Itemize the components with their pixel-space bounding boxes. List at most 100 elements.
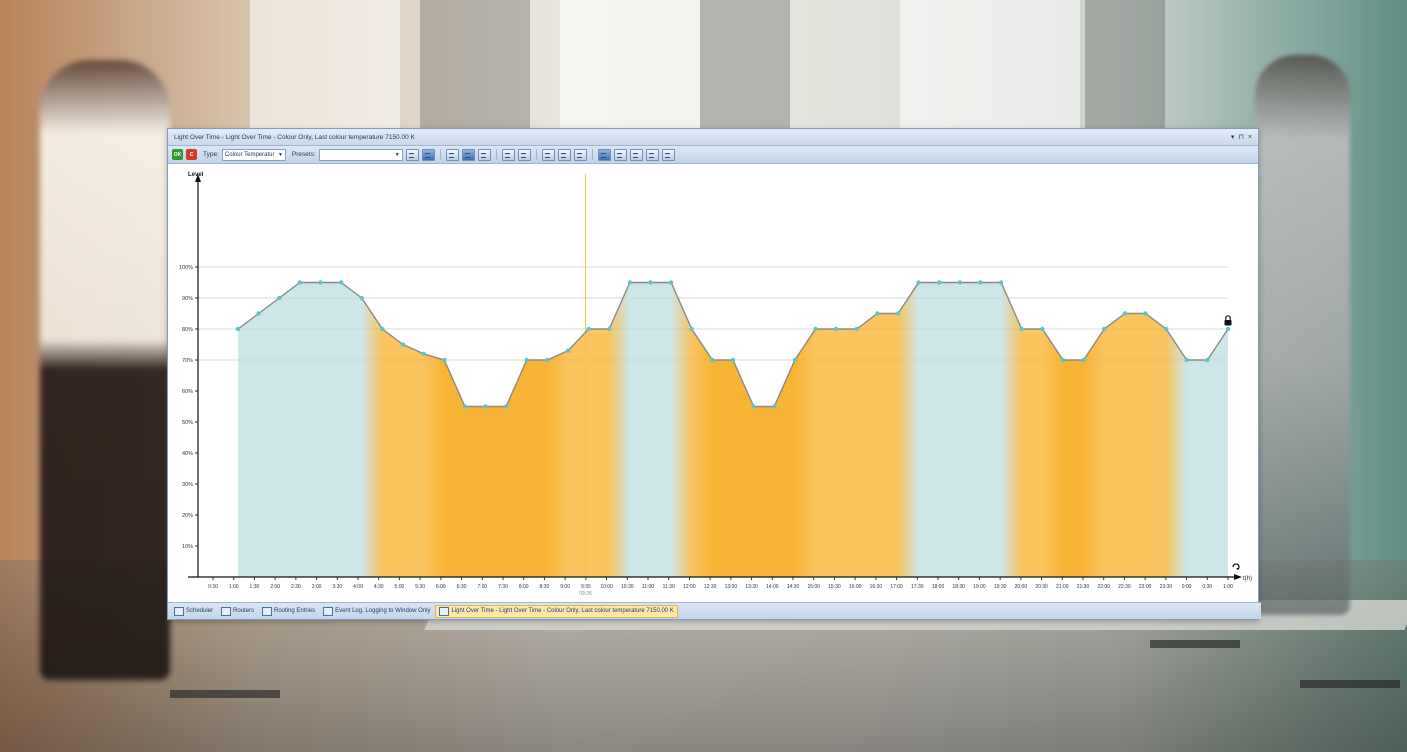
x-tick-label: 1:00 [229, 584, 239, 590]
y-tick-label: 60% [182, 389, 193, 395]
scheduler-icon [174, 606, 184, 616]
routing-icon [262, 606, 273, 616]
paste-icon[interactable] [557, 148, 571, 161]
data-point [1225, 326, 1231, 332]
grid-icon[interactable] [477, 148, 491, 161]
tab-light-over-time[interactable]: Light Over Time - Light Over Time - Colo… [435, 604, 678, 618]
tab-label: Routing Entries [274, 608, 316, 614]
tab-label: Light Over Time - Light Over Time - Colo… [451, 608, 674, 614]
x-tick-label: 11:00 [642, 584, 654, 590]
align-icon[interactable] [445, 148, 459, 161]
x-tick-label: 17:30 [911, 584, 924, 590]
data-point [1081, 357, 1086, 363]
log-icon [323, 606, 334, 616]
data-point [895, 311, 901, 316]
chart-icon[interactable] [501, 148, 515, 161]
edit-icon[interactable] [421, 148, 435, 161]
type-label: Type: [203, 151, 219, 158]
table-icon[interactable] [517, 148, 531, 161]
x-tick-label: 2:00 [270, 584, 280, 590]
x-tick-label: 22:30 [1118, 584, 1131, 590]
y-tick-label: 40% [182, 451, 193, 457]
x-tick-label: 5:00 [395, 584, 405, 590]
data-point [607, 326, 612, 332]
data-point [937, 280, 942, 285]
tab-label: Scheduler [186, 608, 214, 614]
data-point [1060, 357, 1066, 363]
data-point [1019, 326, 1024, 332]
pin-icon[interactable]: ⊓ [1238, 133, 1243, 141]
chart-icon [439, 606, 450, 616]
light-chart[interactable]: 10% 20% 30% 40% 50% 60% 70% 80% 90% 100% 09:26 Leve… [168, 164, 1258, 602]
x-tick-label: 21:30 [1077, 584, 1090, 590]
x-tick-label: 3:30 [332, 584, 342, 590]
copy-icon[interactable] [405, 148, 419, 161]
data-point [503, 404, 509, 409]
data-point [524, 357, 529, 363]
zoom-out-icon[interactable] [629, 148, 643, 161]
zoom-in-icon[interactable] [613, 148, 627, 161]
data-point [751, 404, 756, 409]
data-point [338, 280, 344, 285]
x-tick-label: 22:00 [1097, 584, 1110, 590]
data-point [1163, 326, 1169, 332]
cut-icon[interactable] [541, 148, 555, 161]
x-tick-label: 12:30 [704, 584, 717, 590]
data-point [1040, 326, 1045, 332]
cancel-button[interactable]: C [186, 149, 197, 160]
window-title: Light Over Time - Light Over Time - Colo… [174, 133, 415, 141]
routers-icon [221, 606, 232, 616]
data-point [235, 326, 241, 332]
line-icon[interactable] [461, 148, 475, 161]
x-tick-label: 6:00 [436, 584, 446, 590]
chevron-down-icon: ▼ [394, 151, 400, 158]
close-icon[interactable]: × [1248, 134, 1252, 141]
x-tick-label: 14:00 [766, 584, 779, 590]
y-axis-label: Level [188, 172, 204, 178]
x-tick-label: 21:00 [1056, 584, 1069, 590]
x-tick-label: 18:00 [932, 584, 945, 590]
document-tabs: Scheduler Routers Routing Entries Event … [168, 602, 1261, 619]
zoom-icon[interactable] [597, 148, 611, 161]
presets-select[interactable]: ▼ [318, 148, 403, 161]
tab-routing-entries[interactable]: Routing Entries [259, 606, 318, 617]
data-point [359, 295, 364, 301]
data-point [462, 404, 468, 409]
y-tick-label: 70% [182, 358, 193, 364]
delete-icon[interactable] [573, 148, 587, 161]
toolbar-separator [495, 149, 497, 160]
x-tick-label: 18:30 [952, 584, 965, 590]
light-over-time-window: Light Over Time - Light Over Time - Colo… [167, 128, 1261, 620]
x-tick-label: 11:30 [663, 584, 675, 590]
data-point [627, 280, 633, 285]
tab-event-log[interactable]: Event Log, Logging to Window Only [320, 606, 433, 617]
data-point [1143, 311, 1148, 316]
x-tick-label: 13:00 [725, 584, 738, 590]
redo-icon[interactable] [661, 148, 675, 161]
x-tick-label: 19:30 [994, 584, 1007, 590]
chair [1300, 680, 1400, 688]
ok-button[interactable]: OK [172, 149, 183, 160]
x-tick-label: 4:30 [374, 584, 384, 590]
tab-routers[interactable]: Routers [218, 606, 257, 617]
x-tick-label: 2:30 [291, 584, 301, 590]
x-tick-label: 4:00 [353, 584, 363, 590]
data-point [400, 342, 406, 347]
data-point [792, 357, 798, 363]
tab-scheduler[interactable]: Scheduler [171, 606, 216, 617]
x-tick-label: 9:00 [560, 584, 570, 590]
x-axis-arrow [1234, 574, 1242, 580]
data-point [256, 311, 261, 316]
dropdown-icon[interactable]: ▾ [1231, 133, 1235, 141]
type-select[interactable]: Colour Temperatur ▼ [221, 148, 286, 161]
y-tick-label: 50% [182, 420, 193, 426]
light-chart-svg[interactable]: 10% 20% 30% 40% 50% 60% 70% 80% 90% 100% 09:26 Leve… [168, 164, 1258, 602]
undo-icon[interactable] [645, 148, 659, 161]
toolbar: OK C Type: Colour Temperatur ▼ Presets: … [168, 146, 1258, 164]
x-axis-label: t(h) [1243, 576, 1252, 582]
x-tick-label: 1:30 [250, 584, 260, 590]
x-tick-label: 13:30 [745, 584, 758, 590]
y-tick-label: 10% [182, 544, 193, 550]
y-tick-label: 80% [182, 327, 193, 333]
x-tick-label: 8:30 [540, 584, 550, 590]
